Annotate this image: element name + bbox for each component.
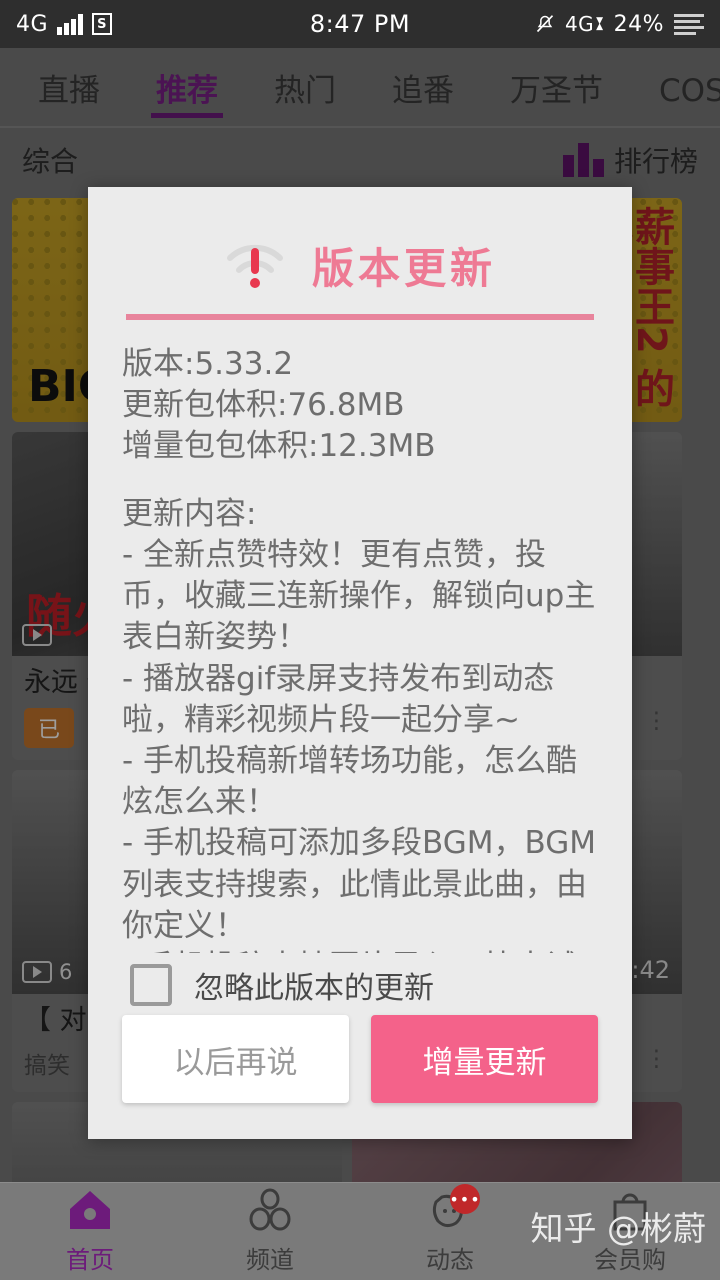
nav-item-channel-label: 频道: [246, 1246, 294, 1274]
dialog-actions: 以后再说 增量更新: [122, 1015, 598, 1139]
home-icon: [66, 1188, 114, 1232]
nav-item-home-label: 首页: [66, 1246, 114, 1274]
status-bar: 4G S 8:47 PM 4G ▼ ▲ 24%: [0, 0, 720, 48]
nav-item-dynamic-label: 动态: [426, 1246, 474, 1274]
nav-item-dynamic[interactable]: ••• 动态: [360, 1183, 540, 1280]
dynamic-badge: •••: [449, 1184, 480, 1214]
package-size-line: 更新包体积:76.8MB: [122, 387, 405, 424]
sd-card-icon-letter: S: [97, 16, 107, 32]
bell-muted-icon: [535, 13, 555, 35]
wifi-alert-icon: [224, 242, 286, 290]
later-button[interactable]: 以后再说: [122, 1015, 349, 1103]
nav-item-channel[interactable]: 频道: [180, 1183, 360, 1280]
ignore-version-row[interactable]: 忽略此版本的更新: [122, 963, 598, 1007]
battery-percent-label: 24%: [613, 11, 664, 37]
menu-lines-icon: [674, 13, 704, 35]
nav-item-home[interactable]: 首页: [0, 1183, 180, 1280]
data-arrows-icon: 4G ▼ ▲: [565, 12, 604, 36]
dialog-title: 版本更新: [311, 244, 496, 293]
dialog-body: 版本:5.33.2 更新包体积:76.8MB 增量包包体积:12.3MB 更新内…: [122, 320, 598, 953]
patch-size-line: 增量包包体积:12.3MB: [122, 428, 436, 465]
ignore-version-checkbox[interactable]: [130, 964, 172, 1006]
network-type-right-label: 4G: [564, 12, 595, 36]
dynamic-icon: •••: [426, 1184, 480, 1232]
status-bar-left: 4G S: [16, 11, 113, 37]
version-line: 版本:5.33.2: [122, 346, 294, 382]
status-bar-right: 4G ▼ ▲ 24%: [535, 12, 704, 37]
data-updown-arrows: ▼ ▲: [596, 16, 604, 32]
release-notes: 更新内容: - 全新点赞特效！更有点赞，投币，收藏三连新操作，解锁向up主表白新…: [122, 495, 597, 953]
signal-bars-icon: [57, 13, 84, 35]
ignore-version-label: 忽略此版本的更新: [194, 971, 434, 1006]
sd-card-icon: S: [92, 13, 113, 35]
version-update-dialog: 版本更新 版本:5.33.2 更新包体积:76.8MB 增量包包体积:12.3M…: [88, 187, 632, 1139]
dialog-header: 版本更新: [122, 235, 598, 296]
channel-icon: [246, 1188, 294, 1232]
network-type-left-label: 4G: [16, 11, 49, 37]
incremental-update-button[interactable]: 增量更新: [371, 1015, 598, 1103]
app-content: 直播 推荐 热门 追番 万圣节 COS派 综合 排行榜 BIG NEWS 薪事王…: [0, 48, 720, 1280]
watermark: 知乎 @彬蔚: [530, 1209, 707, 1248]
